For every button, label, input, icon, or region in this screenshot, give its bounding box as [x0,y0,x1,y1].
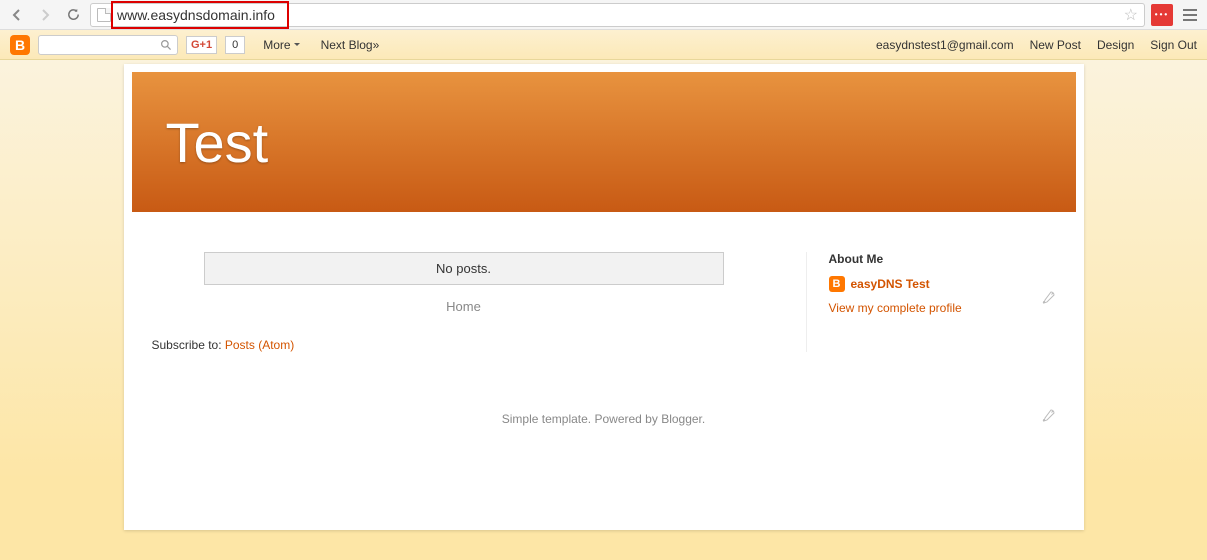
blogger-link[interactable]: Blogger [661,412,702,426]
widget-edit-icon[interactable] [1040,290,1056,309]
page-icon [97,8,111,22]
more-dropdown[interactable]: More [263,38,300,52]
browser-toolbar: www.easydnsdomain.info ☆ ••• [0,0,1207,30]
gplus-button[interactable]: G+1 [186,36,217,54]
next-blog-link[interactable]: Next Blog» [321,38,380,52]
page-background: Test No posts. Home Subscribe to: Posts … [0,60,1207,560]
about-me-heading: About Me [829,252,1056,266]
blogger-search-input[interactable] [38,35,178,55]
blogger-logo-icon[interactable]: B [10,35,30,55]
blogger-navbar: B G+1 0 More Next Blog» easydnstest1@gma… [0,30,1207,60]
profile-name-link[interactable]: easyDNS Test [851,277,930,291]
browser-menu-button[interactable] [1179,4,1201,26]
address-bar[interactable]: www.easydnsdomain.info ☆ [90,3,1145,27]
content-card: Test No posts. Home Subscribe to: Posts … [124,64,1084,530]
url-text: www.easydnsdomain.info [117,7,1118,23]
footer-text: Simple template. Powered by [502,412,661,426]
forward-button[interactable] [34,4,56,26]
more-label: More [263,38,290,52]
footer-edit-icon[interactable] [1040,408,1056,427]
extension-button[interactable]: ••• [1151,4,1173,26]
blog-header: Test [132,72,1076,212]
posts-atom-link[interactable]: Posts (Atom) [225,338,294,352]
sidebar: About Me B easyDNS Test View my complete… [806,252,1056,352]
footer-period: . [702,412,705,426]
sign-out-link[interactable]: Sign Out [1150,38,1197,52]
search-icon [160,39,173,52]
design-link[interactable]: Design [1097,38,1134,52]
chevron-down-icon [293,41,301,49]
view-profile-link[interactable]: View my complete profile [829,301,962,315]
reload-button[interactable] [62,4,84,26]
main-column: No posts. Home Subscribe to: Posts (Atom… [152,252,776,352]
footer: Simple template. Powered by Blogger. [124,372,1084,450]
profile-blogger-icon: B [829,276,845,292]
home-link[interactable]: Home [152,299,776,314]
subscribe-prefix: Subscribe to: [152,338,225,352]
no-posts-message: No posts. [204,252,724,285]
blog-title[interactable]: Test [166,110,269,175]
new-post-link[interactable]: New Post [1030,38,1081,52]
gplus-label: G+1 [191,39,212,51]
subscribe-line: Subscribe to: Posts (Atom) [152,338,776,352]
gplus-count: 0 [225,36,245,54]
user-email[interactable]: easydnstest1@gmail.com [876,38,1014,52]
back-button[interactable] [6,4,28,26]
bookmark-star-icon[interactable]: ☆ [1124,5,1138,25]
